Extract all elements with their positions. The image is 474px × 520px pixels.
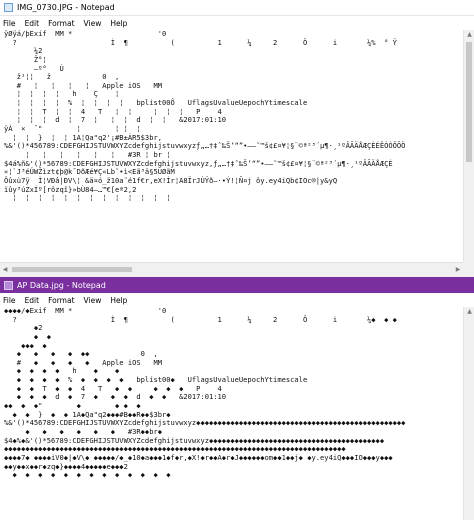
notepad-window-ap-data: AP Data.jpg - Notepad File Edit Format V… [0,277,474,520]
vertical-scrollbar[interactable]: ▲ [463,30,474,262]
scrollbar-corner [463,262,474,277]
notepad-icon [4,280,13,290]
text-line: ◆ ◆ ◆ ◆ ◆ ◆ ◆ ◆ ◆ ◆ ◆ ◆ ◆ [4,470,171,480]
title-bar[interactable]: AP Data.jpg - Notepad [0,277,474,293]
title-bar[interactable]: IMG_0730.JPG - Notepad [0,0,474,16]
window-title: IMG_0730.JPG - Notepad [17,3,115,12]
menu-file[interactable]: File [3,19,16,28]
window-title: AP Data.jpg - Notepad [17,280,106,290]
menu-bar: File Edit Format View Help [0,16,474,30]
notepad-icon [4,3,13,12]
vertical-scrollbar[interactable]: ▲ [463,307,474,520]
text-line: ◆ ◆ [4,331,51,341]
text-editor-area[interactable]: ÿØÿá/þExif MM * '0 ? Ì ¶ ( 1 ¼ 2 Ô i ¼% … [0,30,463,262]
menu-edit[interactable]: Edit [25,19,40,28]
menu-edit[interactable]: Edit [25,296,40,305]
notepad-window-img0730: IMG_0730.JPG - Notepad File Edit Format … [0,0,474,277]
text-editor-area[interactable]: ◆◆◆◆/◆Exif MM * '0 ? Ì ¶ ( 1 ¼ 2 Ô i ¼◆ … [0,307,463,520]
scroll-right-arrow-icon[interactable]: ▶ [453,263,463,277]
scroll-thumb[interactable] [466,42,472,162]
text-line: Ž°¦ [4,54,47,64]
menu-bar: File Edit Format View Help [0,293,474,307]
text-line: ¦ ¦ ¦ ¦ ¦ ¦ ¦ ¦ ¦ ¦ ¦ ¦ ¦ [4,193,171,203]
menu-format[interactable]: Format [48,296,74,305]
menu-view[interactable]: View [84,296,102,305]
text-line: ¼2 [4,46,43,56]
text-line: ? Ì ¶ ( 1 ¼ 2 Ô i ¼◆ ◆ ◆ [4,314,397,324]
text-line: ◆2 [4,323,43,333]
scroll-left-arrow-icon[interactable]: ◀ [0,263,10,277]
scroll-up-arrow-icon[interactable]: ▲ [464,307,474,317]
horizontal-scrollbar[interactable]: ◀ ▶ [0,262,463,277]
menu-view[interactable]: View [84,19,102,28]
menu-help[interactable]: Help [110,296,127,305]
menu-format[interactable]: Format [48,19,74,28]
scroll-up-arrow-icon[interactable]: ▲ [464,30,474,40]
menu-file[interactable]: File [3,296,16,305]
text-line: ? Ì ¶ ( 1 ¼ 2 Ô i ¼% ° Ÿ [4,37,397,47]
menu-help[interactable]: Help [110,19,127,28]
horizontal-scroll-thumb[interactable] [12,267,132,272]
